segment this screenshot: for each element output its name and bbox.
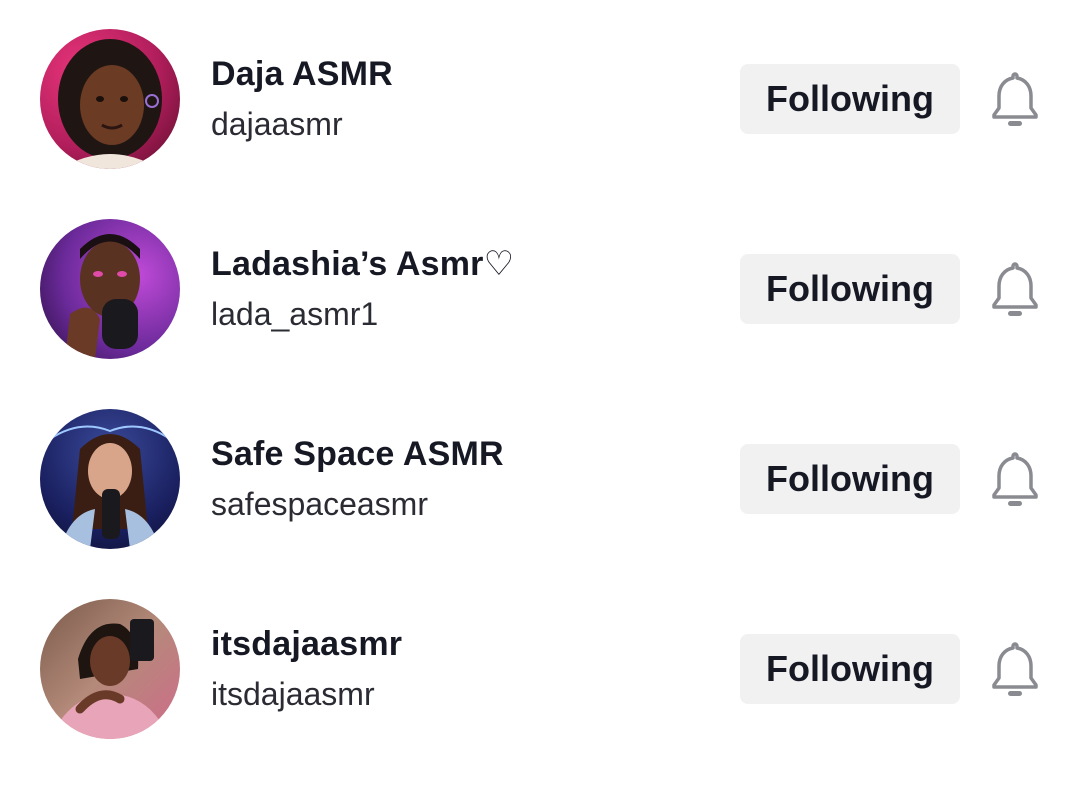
- display-name[interactable]: Safe Space ASMR: [211, 434, 504, 474]
- avatar[interactable]: [40, 409, 180, 549]
- following-button[interactable]: Following: [740, 634, 960, 704]
- bell-icon[interactable]: [990, 450, 1040, 508]
- following-list: Daja ASMR dajaasmr Following Ladashia’s …: [0, 0, 1080, 790]
- list-item[interactable]: Daja ASMR dajaasmr Following: [0, 0, 1080, 190]
- avatar-photo-icon: [40, 219, 180, 359]
- following-button[interactable]: Following: [740, 254, 960, 324]
- avatar-photo-icon: [40, 599, 180, 739]
- avatar-photo-icon: [40, 29, 180, 169]
- bell-icon[interactable]: [990, 260, 1040, 318]
- following-button[interactable]: Following: [740, 64, 960, 134]
- username: safespaceasmr: [211, 486, 428, 522]
- display-name[interactable]: itsdajaasmr: [211, 624, 402, 664]
- list-item[interactable]: itsdajaasmr itsdajaasmr Following: [0, 570, 1080, 760]
- bell-icon[interactable]: [990, 70, 1040, 128]
- list-item[interactable]: Safe Space ASMR safespaceasmr Following: [0, 380, 1080, 570]
- list-item[interactable]: Ladashia’s Asmr♡ lada_asmr1 Following: [0, 190, 1080, 380]
- username: dajaasmr: [211, 106, 343, 142]
- bell-icon[interactable]: [990, 640, 1040, 698]
- display-name[interactable]: Daja ASMR: [211, 54, 393, 94]
- avatar-photo-icon: [40, 409, 180, 549]
- display-name[interactable]: Ladashia’s Asmr♡: [211, 244, 514, 284]
- avatar[interactable]: [40, 219, 180, 359]
- following-button[interactable]: Following: [740, 444, 960, 514]
- username: itsdajaasmr: [211, 676, 375, 712]
- avatar[interactable]: [40, 599, 180, 739]
- username: lada_asmr1: [211, 296, 379, 332]
- avatar[interactable]: [40, 29, 180, 169]
